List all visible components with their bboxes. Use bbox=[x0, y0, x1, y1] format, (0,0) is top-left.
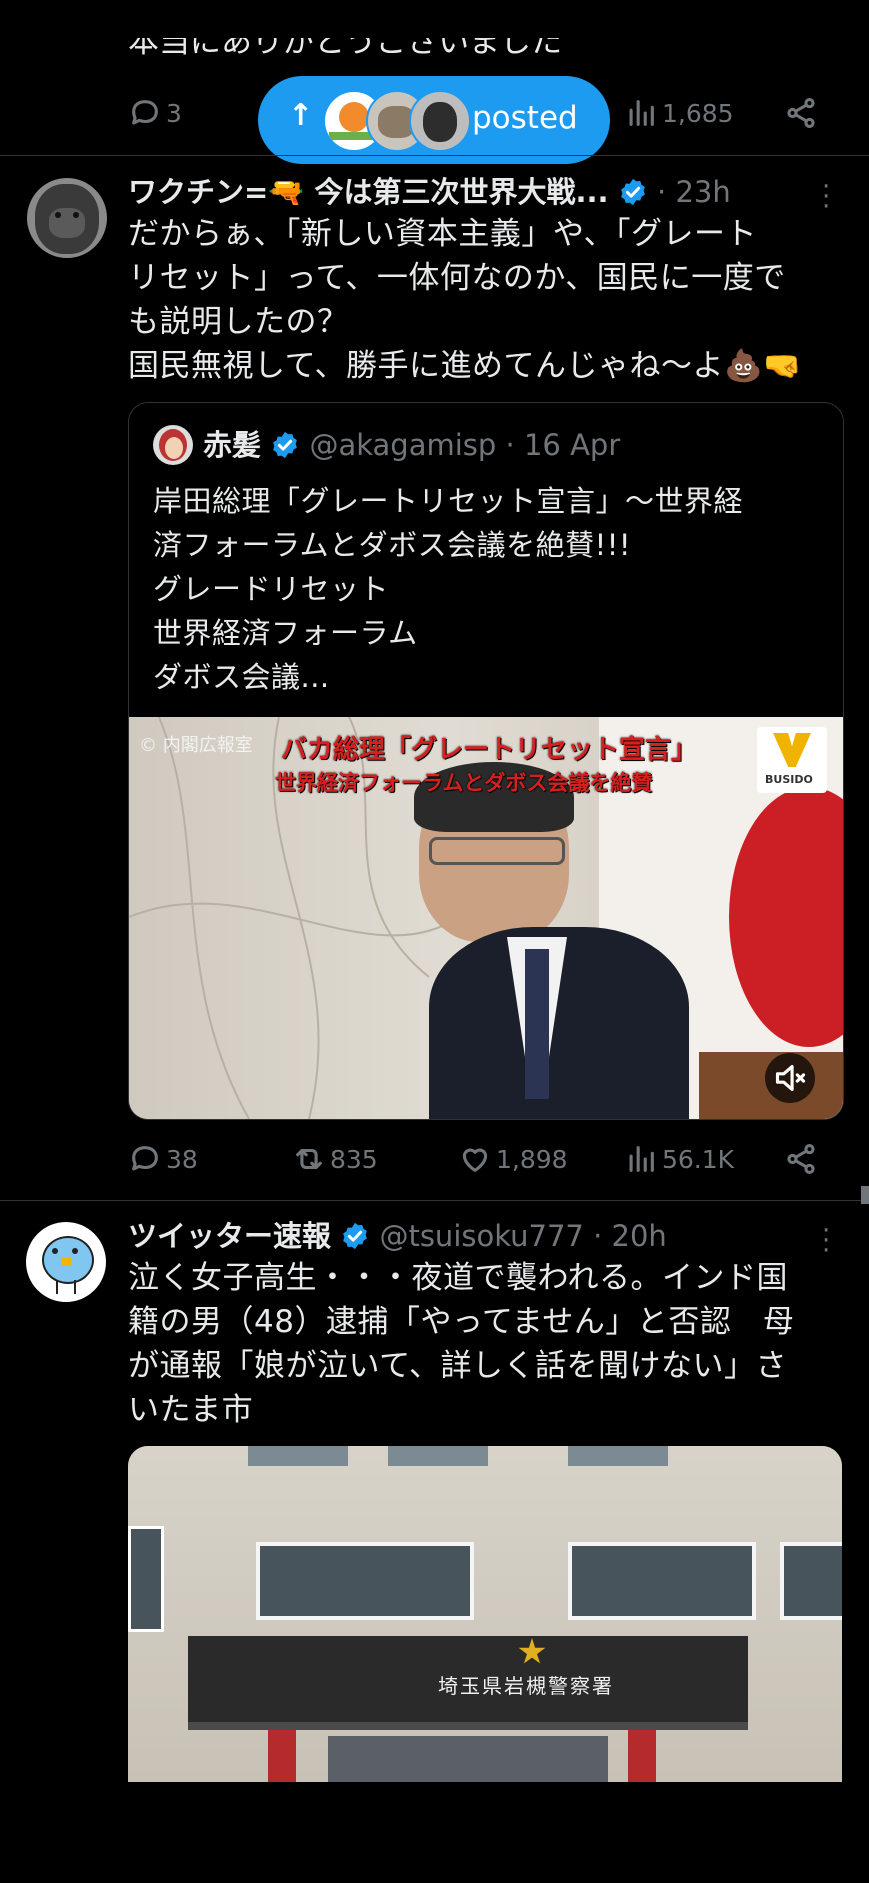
views-count: 1,685 bbox=[662, 98, 734, 128]
like-count: 1,898 bbox=[496, 1144, 568, 1174]
reply-icon bbox=[132, 1146, 158, 1171]
verified-badge-icon bbox=[273, 431, 298, 459]
quoted-tweet[interactable]: 赤髪 @akagamisp · 16 Apr 岸田総理「グレートリセット宣言」〜… bbox=[128, 402, 844, 1120]
views-icon bbox=[629, 1146, 654, 1172]
display-name[interactable]: ワクチン=🔫 今は第三次世界大戦... bbox=[128, 175, 609, 209]
tweet2-header: ツイッター速報 @tsuisoku777 · 20h bbox=[128, 1219, 667, 1253]
quote-handle: @akagamisp bbox=[309, 428, 497, 462]
share-icon bbox=[787, 97, 815, 129]
separator bbox=[0, 1200, 869, 1201]
quote-header: 赤髪 @akagamisp · 16 Apr bbox=[203, 428, 621, 462]
quote-text: 岸田総理「グレートリセット宣言」〜世界経 済フォーラムとダボス会議を絶賛!!! … bbox=[153, 484, 744, 694]
reply-icon bbox=[132, 100, 158, 125]
views-count: 56.1K bbox=[662, 1144, 735, 1174]
pill-label: posted bbox=[472, 100, 578, 136]
video-overlay-title: バカ総理「グレートリセット宣言」 bbox=[281, 735, 698, 765]
views-button[interactable]: 56.1K bbox=[624, 1142, 734, 1176]
tweet2-text: 泣く女子高生・・・夜道で襲われる。インド国 籍の男（48）逮捕「やってません」と… bbox=[128, 1260, 795, 1428]
separator bbox=[0, 155, 869, 156]
timestamp[interactable]: 20h bbox=[612, 1219, 667, 1253]
verified-badge-icon bbox=[620, 178, 645, 206]
handle[interactable]: @tsuisoku777 bbox=[379, 1219, 583, 1253]
share-button[interactable] bbox=[784, 96, 818, 130]
tweet2-image[interactable]: 埼玉県岩槻警察署 bbox=[128, 1446, 842, 1782]
more-options-icon[interactable]: · · · bbox=[822, 1218, 830, 1264]
quote-display-name: 赤髪 bbox=[203, 428, 262, 462]
retweet-button[interactable]: 835 bbox=[292, 1142, 378, 1176]
busido-logo-text: BUSIDO bbox=[765, 773, 813, 786]
scroll-indicator[interactable] bbox=[861, 1186, 869, 1204]
station-sign: 埼玉県岩槻警察署 bbox=[438, 1674, 614, 1698]
heart-icon bbox=[462, 1148, 488, 1172]
retweet-count: 835 bbox=[330, 1144, 378, 1174]
share-icon bbox=[787, 1143, 815, 1175]
reply-button[interactable]: 38 bbox=[128, 1142, 198, 1176]
avatar[interactable] bbox=[26, 1222, 106, 1302]
mute-button[interactable] bbox=[765, 1053, 815, 1103]
video-overlay-subtitle: 世界経済フォーラムとダボス会議を絶賛 bbox=[275, 771, 653, 795]
pill-avatar-3 bbox=[409, 90, 471, 152]
reply-button[interactable]: 3 bbox=[128, 96, 182, 130]
reply-count: 3 bbox=[166, 98, 182, 128]
display-name[interactable]: ツイッター速報 bbox=[128, 1219, 331, 1253]
video-credit: © 内閣広報室 bbox=[139, 735, 253, 756]
timestamp[interactable]: 23h bbox=[675, 175, 730, 209]
new-posts-pill[interactable]: ↑ posted bbox=[258, 76, 610, 164]
verified-badge-icon bbox=[343, 1222, 368, 1250]
arrow-up-icon: ↑ bbox=[288, 98, 314, 133]
retweet-icon bbox=[296, 1148, 322, 1170]
tweet1-text: だからぁ、「新しい資本主義」や、「グレート リセット」って、一体何なのか、国民に… bbox=[128, 216, 803, 384]
avatar[interactable] bbox=[27, 178, 107, 258]
views-icon bbox=[629, 100, 654, 126]
share-button[interactable] bbox=[784, 1142, 818, 1176]
tweet1-actions: 38 835 1,898 56.1K bbox=[128, 1142, 828, 1182]
top-tweet-text-fragment: 本当にありがとうございました bbox=[128, 38, 562, 60]
views-button[interactable]: 1,685 bbox=[624, 96, 734, 130]
tweet1-header: ワクチン=🔫 今は第三次世界大戦... · 23h bbox=[128, 175, 731, 209]
muted-speaker-icon bbox=[775, 1064, 806, 1092]
like-button[interactable]: 1,898 bbox=[458, 1142, 568, 1176]
quote-avatar bbox=[153, 425, 193, 465]
quote-date: 16 Apr bbox=[523, 428, 621, 462]
more-options-icon[interactable]: · · · bbox=[822, 174, 830, 220]
busido-logo: BUSIDO bbox=[757, 727, 827, 793]
reply-count: 38 bbox=[166, 1144, 198, 1174]
quote-video[interactable]: © 内閣広報室 バカ総理「グレートリセット宣言」 世界経済フォーラムとダボス会議… bbox=[129, 717, 843, 1119]
